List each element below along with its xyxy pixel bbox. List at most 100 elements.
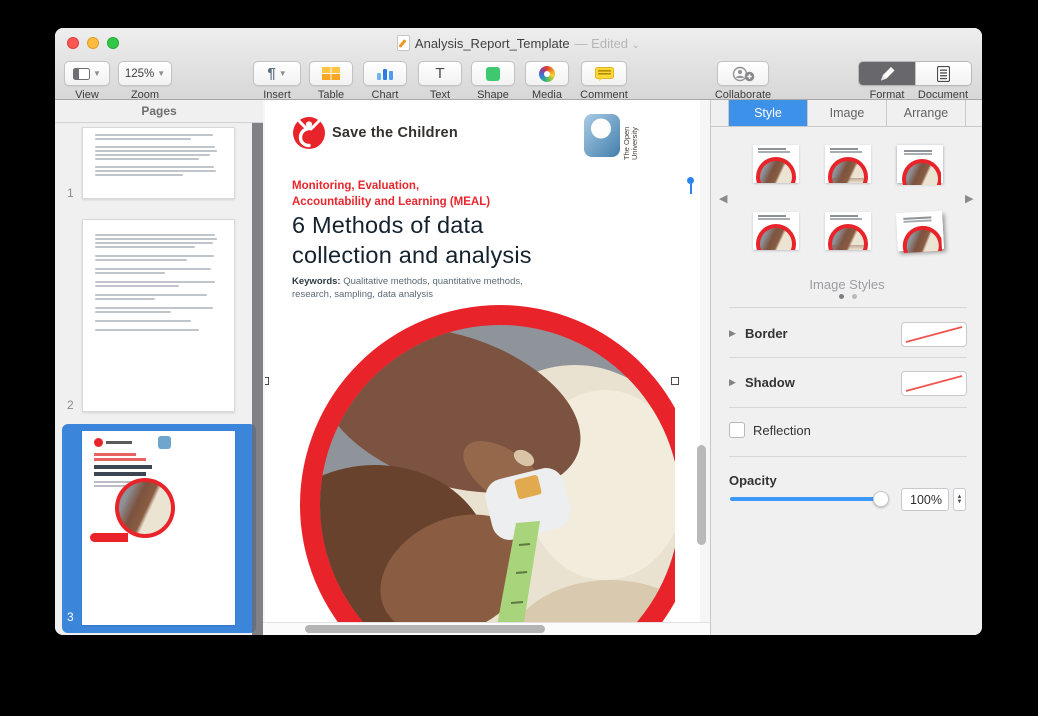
none-style-icon bbox=[902, 323, 966, 346]
titlebar[interactable]: Analysis_Report_Template — Edited ⌄ bbox=[55, 28, 982, 58]
chart-toolbar-item: Chart bbox=[361, 59, 409, 101]
chevron-down-icon: ▼ bbox=[93, 70, 101, 78]
styles-next-arrow[interactable]: ▶ bbox=[965, 192, 973, 205]
shadow-disclosure-triangle[interactable]: ▶ bbox=[729, 377, 736, 388]
table-button[interactable] bbox=[309, 61, 353, 86]
open-university-wordmark: The Open University bbox=[623, 112, 639, 160]
view-button[interactable]: ▼ bbox=[64, 61, 110, 86]
square-shape-icon bbox=[486, 67, 500, 81]
comment-button[interactable] bbox=[581, 61, 627, 86]
styles-page-dot-1[interactable] bbox=[839, 294, 844, 299]
border-disclosure-triangle[interactable]: ▶ bbox=[729, 328, 736, 339]
save-the-children-wordmark: Save the Children bbox=[332, 125, 458, 141]
edited-status-menu[interactable]: — Edited ⌄ bbox=[575, 36, 641, 51]
meal-heading: Monitoring, Evaluation, Accountability a… bbox=[292, 178, 490, 210]
pages-sidebar-header: Pages bbox=[55, 100, 263, 123]
paintbrush-icon bbox=[878, 66, 896, 81]
none-style-icon bbox=[902, 372, 966, 395]
format-inspector-panel: Style Image Arrange ◀ ▶ bbox=[710, 100, 982, 635]
tab-image[interactable]: Image bbox=[808, 100, 887, 126]
page-thumbnail-1[interactable] bbox=[82, 127, 235, 199]
sidebar-panel-icon bbox=[73, 68, 90, 80]
sidebar-scrollbar[interactable] bbox=[252, 123, 263, 635]
media-pinwheel-icon bbox=[539, 66, 555, 82]
text-toolbar-item: T Text bbox=[416, 59, 464, 101]
styles-prev-arrow[interactable]: ◀ bbox=[719, 192, 727, 205]
insert-toolbar-item: ¶ ▼ Insert bbox=[251, 59, 303, 101]
format-button[interactable] bbox=[859, 62, 915, 85]
tab-style[interactable]: Style bbox=[729, 100, 808, 126]
inspector-segmented-control bbox=[858, 61, 972, 86]
muac-measurement-photo bbox=[320, 325, 675, 622]
table-icon bbox=[322, 67, 340, 80]
open-university-logo bbox=[583, 113, 621, 163]
reflection-checkbox[interactable] bbox=[729, 422, 745, 438]
document-canvas: Save the Children The Open University bbox=[263, 100, 710, 635]
horizontal-scrollbar[interactable] bbox=[305, 625, 545, 633]
collaborate-button[interactable] bbox=[717, 61, 769, 86]
opacity-stepper[interactable]: ▲▼ bbox=[953, 488, 966, 511]
page-thumbnail-2[interactable] bbox=[82, 219, 235, 412]
horizontal-scrollbar-track bbox=[263, 622, 710, 635]
page-number-2: 2 bbox=[67, 398, 74, 412]
stepper-down-icon: ▼ bbox=[957, 500, 963, 505]
pages-app-window: Analysis_Report_Template — Edited ⌄ ▼ Vi… bbox=[55, 28, 982, 635]
image-style-thumb[interactable] bbox=[896, 211, 944, 251]
save-the-children-mark-icon bbox=[292, 116, 326, 150]
cover-image[interactable] bbox=[265, 290, 675, 622]
pilcrow-icon: ¶ bbox=[267, 66, 275, 81]
chart-button[interactable] bbox=[363, 61, 407, 86]
text-icon: T bbox=[435, 66, 444, 81]
comment-icon bbox=[595, 67, 614, 81]
image-style-thumb[interactable] bbox=[897, 145, 943, 183]
selection-handle-left[interactable] bbox=[265, 377, 269, 385]
chevron-down-icon: ▼ bbox=[279, 70, 287, 78]
image-style-thumb[interactable] bbox=[825, 212, 871, 250]
bar-chart-icon bbox=[377, 67, 393, 80]
page-number-1: 1 bbox=[67, 186, 74, 200]
zoom-toolbar-item: 125% ▼ Zoom bbox=[117, 59, 173, 101]
opacity-slider-thumb[interactable] bbox=[873, 491, 889, 507]
border-none-button[interactable] bbox=[901, 322, 967, 347]
table-toolbar-item: Table bbox=[307, 59, 355, 101]
vertical-scrollbar[interactable] bbox=[697, 445, 706, 545]
insert-button[interactable]: ¶ ▼ bbox=[253, 61, 301, 86]
page-3-mini-cover bbox=[82, 431, 235, 625]
tab-arrange[interactable]: Arrange bbox=[887, 100, 965, 126]
document-button[interactable] bbox=[915, 62, 971, 85]
image-style-thumb[interactable] bbox=[825, 145, 871, 183]
red-circle-graphic bbox=[300, 305, 675, 622]
media-button[interactable] bbox=[525, 61, 569, 86]
text-button[interactable]: T bbox=[418, 61, 462, 86]
document-page[interactable]: Save the Children The Open University bbox=[265, 100, 700, 622]
shadow-none-button[interactable] bbox=[901, 371, 967, 396]
zoom-value: 125% bbox=[125, 68, 154, 80]
shape-toolbar-item: Shape bbox=[467, 59, 519, 101]
shape-button[interactable] bbox=[471, 61, 515, 86]
pages-document-icon bbox=[397, 35, 410, 51]
image-style-thumb[interactable] bbox=[753, 212, 799, 250]
border-label: Border bbox=[745, 326, 788, 341]
save-the-children-logo: Save the Children bbox=[292, 116, 458, 150]
window-content: Pages 1 bbox=[55, 100, 982, 635]
window-chrome: Analysis_Report_Template — Edited ⌄ ▼ Vi… bbox=[55, 28, 982, 100]
pages-sidebar: Pages 1 bbox=[55, 100, 263, 635]
collaborate-person-icon bbox=[731, 66, 755, 82]
opacity-value-field[interactable]: 100% bbox=[901, 488, 949, 511]
page-number-3: 3 bbox=[67, 610, 74, 624]
styles-page-dot-2[interactable] bbox=[852, 294, 857, 299]
window-title: Analysis_Report_Template bbox=[415, 36, 570, 51]
zoom-button[interactable]: 125% ▼ bbox=[118, 61, 172, 86]
collaborate-toolbar-item: Collaborate bbox=[707, 59, 779, 101]
collaboration-cursor-pin bbox=[687, 177, 694, 184]
comment-toolbar-item: Comment bbox=[573, 59, 635, 101]
media-toolbar-item: Media bbox=[523, 59, 571, 101]
page-thumbnail-3[interactable] bbox=[82, 431, 235, 625]
reflection-label: Reflection bbox=[753, 423, 811, 438]
selection-handle-right[interactable] bbox=[671, 377, 679, 385]
chevron-down-icon: ▼ bbox=[157, 70, 165, 78]
image-style-thumb[interactable] bbox=[753, 145, 799, 183]
image-styles-label: Image Styles bbox=[711, 277, 982, 292]
opacity-slider-track[interactable] bbox=[730, 497, 885, 501]
document-title-text: 6 Methods of data collection and analysi… bbox=[292, 210, 532, 270]
